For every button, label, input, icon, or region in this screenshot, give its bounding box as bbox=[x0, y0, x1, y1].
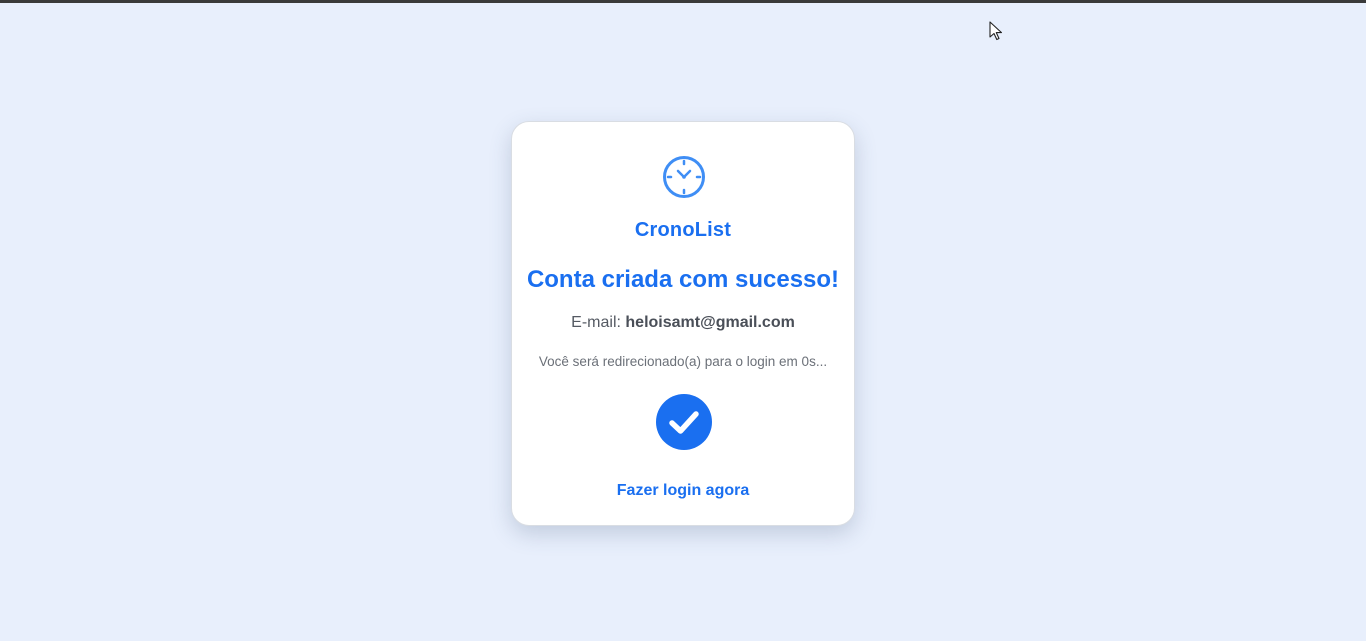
clock-icon bbox=[663, 156, 705, 198]
brand-name: CronoList bbox=[634, 219, 732, 241]
mouse-cursor-icon bbox=[989, 21, 1003, 41]
window-top-border bbox=[0, 0, 1366, 3]
email-line: E-mail: heloisamt@gmail.com bbox=[512, 314, 854, 332]
success-card: CronoList Conta criada com sucesso! E-ma… bbox=[511, 121, 855, 526]
success-headline: Conta criada com sucesso! bbox=[526, 266, 840, 293]
login-now-link[interactable]: Fazer login agora bbox=[512, 482, 854, 500]
email-value: heloisamt@gmail.com bbox=[625, 314, 795, 331]
redirect-countdown-text: Você será redirecionado(a) para o login … bbox=[538, 354, 828, 369]
check-circle-icon bbox=[656, 394, 712, 450]
email-label: E-mail: bbox=[571, 314, 621, 331]
